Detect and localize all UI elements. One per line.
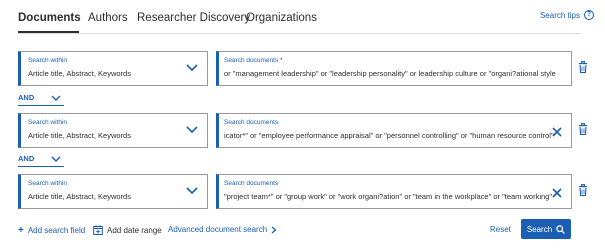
- search-tabs: Documents Authors Researcher Discovery O…: [0, 0, 605, 38]
- search-within-value: Article title, Abstract, Keywords: [28, 192, 131, 201]
- search-within-value: Article title, Abstract, Keywords: [28, 69, 131, 78]
- tab-researcher-discovery[interactable]: Researcher Discovery: [137, 12, 250, 24]
- tab-documents[interactable]: Documents: [18, 12, 81, 24]
- trash-icon[interactable]: [578, 184, 588, 196]
- boolean-operator-select-1[interactable]: AND: [18, 92, 68, 106]
- search-actions-bar: + Add search field Add date range Advanc…: [0, 218, 605, 242]
- search-tips-label: Search tips: [539, 10, 580, 20]
- add-date-range-button[interactable]: Add date range: [93, 225, 162, 235]
- search-within-label: Search within: [28, 57, 68, 64]
- operator-underline: [18, 166, 64, 167]
- search-row-2: Search within Article title, Abstract, K…: [18, 113, 598, 148]
- tab-authors[interactable]: Authors: [88, 12, 128, 24]
- trash-icon[interactable]: [578, 61, 588, 73]
- reset-button[interactable]: Reset: [490, 225, 511, 234]
- search-row-1: Search within Article title, Abstract, K…: [18, 51, 598, 86]
- chevron-down-icon: [51, 95, 61, 101]
- help-icon: ?: [584, 10, 594, 20]
- clear-icon[interactable]: [552, 188, 562, 198]
- required-marker: *: [280, 57, 283, 64]
- search-within-select-3[interactable]: Search within Article title, Abstract, K…: [18, 174, 208, 209]
- chevron-down-icon: [51, 156, 61, 162]
- calendar-plus-icon: [93, 225, 103, 235]
- search-within-value: Article title, Abstract, Keywords: [28, 131, 131, 140]
- search-icon: [556, 224, 566, 234]
- search-documents-input-3[interactable]: Search documents "project team*" or "gro…: [216, 174, 572, 209]
- search-documents-label: Search documents *: [224, 57, 283, 64]
- search-button-label: Search: [526, 224, 553, 234]
- search-button[interactable]: Search: [521, 219, 571, 239]
- chevron-down-icon: [186, 64, 198, 72]
- search-within-label: Search within: [28, 180, 68, 187]
- operator-underline: [18, 105, 64, 106]
- add-search-field-button[interactable]: + Add search field: [18, 225, 85, 236]
- search-tips-link[interactable]: Search tips ?: [540, 10, 594, 20]
- tab-organizations[interactable]: Organizations: [246, 12, 317, 24]
- search-within-select-2[interactable]: Search within Article title, Abstract, K…: [18, 113, 208, 148]
- search-documents-value: icator*" or "employee performance apprai…: [224, 131, 554, 140]
- search-documents-input-2[interactable]: Search documents icator*" or "employee p…: [216, 113, 572, 148]
- trash-icon[interactable]: [578, 123, 588, 135]
- search-documents-input-1[interactable]: Search documents * or "management leader…: [216, 51, 572, 86]
- search-row-3: Search within Article title, Abstract, K…: [18, 174, 598, 209]
- chevron-right-icon: [271, 226, 277, 233]
- tabs-divider: [18, 33, 581, 34]
- chevron-down-icon: [186, 126, 198, 134]
- search-within-label: Search within: [28, 119, 68, 126]
- boolean-operator-select-2[interactable]: AND: [18, 153, 68, 167]
- operator-value: AND: [18, 93, 35, 102]
- operator-value: AND: [18, 154, 35, 163]
- chevron-down-icon: [186, 187, 198, 195]
- search-documents-value: "project team*" or "group work" or "work…: [224, 192, 553, 201]
- advanced-search-label: Advanced document search: [168, 225, 268, 234]
- advanced-document-search-link[interactable]: Advanced document search: [168, 225, 277, 234]
- add-search-field-label: Add search field: [27, 226, 86, 235]
- search-documents-label: Search documents: [224, 119, 279, 126]
- search-within-select-1[interactable]: Search within Article title, Abstract, K…: [18, 51, 208, 86]
- search-documents-label: Search documents: [224, 180, 279, 187]
- add-date-range-label: Add date range: [107, 225, 162, 235]
- search-documents-value: or "management leadership" or "leadershi…: [224, 69, 556, 78]
- active-tab-indicator: [18, 31, 79, 33]
- plus-icon: +: [18, 225, 24, 236]
- clear-icon[interactable]: [552, 127, 562, 137]
